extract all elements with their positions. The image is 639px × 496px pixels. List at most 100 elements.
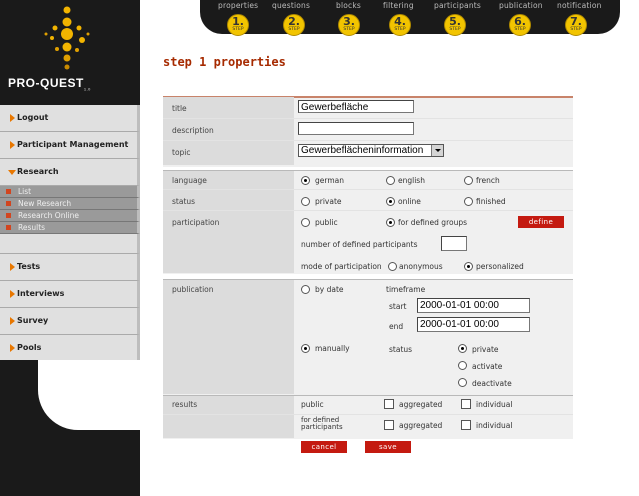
save-button[interactable]: save [365, 441, 411, 453]
arrow-right-icon [10, 141, 15, 149]
step-4-num: 4. [394, 15, 406, 28]
arrow-right-icon [10, 114, 15, 122]
mode-personalized-radio[interactable] [464, 262, 473, 271]
arrow-right-icon [10, 317, 15, 325]
logo-text: PRO-QUEST [8, 76, 84, 90]
mode-label: mode of participation [301, 262, 382, 271]
bullet-icon [6, 201, 11, 206]
step-2-icon[interactable]: 2. STEP [283, 14, 305, 36]
step-7-num: 7. [570, 15, 582, 28]
step-5-num: 5. [449, 15, 461, 28]
public-aggregated-checkbox[interactable] [384, 399, 394, 409]
step-4-step: STEP [394, 27, 406, 32]
step-5-step: STEP [449, 27, 461, 32]
description-field[interactable] [298, 122, 414, 135]
step-7-icon[interactable]: 7. STEP [565, 14, 587, 36]
manually-label: manually [315, 344, 350, 353]
nav-logout[interactable]: Logout [0, 105, 140, 132]
nav-survey[interactable]: Survey [0, 308, 140, 335]
pub-activate-radio[interactable] [458, 361, 467, 370]
step-6-step: STEP [514, 27, 526, 32]
sidebar-header: PRO-QUEST1.0 [0, 0, 140, 105]
sidebar-curve [38, 360, 140, 430]
participation-label: participation [172, 218, 220, 227]
step-bar: properties questions blocks filtering pa… [200, 0, 620, 36]
status-private-label: private [315, 197, 342, 206]
step-2-step: STEP [288, 27, 300, 32]
status-finished-radio[interactable] [464, 197, 473, 206]
logo-dots-icon [44, 6, 90, 70]
language-french-radio[interactable] [464, 176, 473, 185]
nav-research[interactable]: Research [0, 159, 140, 186]
step-label-notification[interactable]: notification [557, 1, 602, 10]
step-label-properties[interactable]: properties [218, 1, 258, 10]
timeframe-label: timeframe [386, 285, 426, 294]
start-date-field[interactable]: 2000-01-01 00:00 [417, 298, 530, 313]
defined-individual-checkbox[interactable] [461, 420, 471, 430]
language-english-label: english [398, 176, 425, 185]
step-4-icon[interactable]: 4. STEP [389, 14, 411, 36]
row-divider [163, 118, 573, 119]
title-field[interactable]: Gewerbefläche [298, 100, 414, 113]
step-1-icon[interactable]: 1. STEP [227, 14, 249, 36]
results-defined-label: for defined participants [301, 416, 343, 431]
nav-tests[interactable]: Tests [0, 254, 140, 281]
step-5-icon[interactable]: 5. STEP [444, 14, 466, 36]
step-1-num: 1. [232, 15, 244, 28]
nav-sub-list-label: List [18, 187, 32, 196]
pub-private-radio[interactable] [458, 344, 467, 353]
by-date-radio[interactable] [301, 285, 310, 294]
bullet-icon [6, 225, 11, 230]
arrow-right-icon [10, 290, 15, 298]
nav-participant-management-label: Participant Management [17, 140, 129, 149]
step-label-blocks[interactable]: blocks [336, 1, 361, 10]
mode-anonymous-label: anonymous [399, 262, 443, 271]
mode-personalized-label: personalized [476, 262, 524, 271]
row-divider [163, 210, 573, 211]
status-private-radio[interactable] [301, 197, 310, 206]
participation-groups-radio[interactable] [386, 218, 395, 227]
nav-pools[interactable]: Pools [0, 335, 140, 362]
public-aggregated-label: aggregated [399, 400, 443, 409]
step-3-icon[interactable]: 3. STEP [338, 14, 360, 36]
page-title: step 1 properties [163, 55, 286, 69]
manually-radio[interactable] [301, 344, 310, 353]
defined-aggregated-checkbox[interactable] [384, 420, 394, 430]
topic-select[interactable]: Gewerbeflächeninformation [298, 144, 444, 157]
step-2-num: 2. [288, 15, 300, 28]
num-defined-label: number of defined participants [301, 240, 418, 249]
nav-sub-list[interactable]: List [0, 186, 140, 198]
nav-survey-label: Survey [17, 316, 49, 325]
define-button[interactable]: define [518, 216, 564, 228]
status-online-radio[interactable] [386, 197, 395, 206]
bullet-icon [6, 189, 11, 194]
status-finished-label: finished [476, 197, 506, 206]
arrow-down-icon [8, 170, 16, 175]
public-individual-checkbox[interactable] [461, 399, 471, 409]
step-3-num: 3. [343, 15, 355, 28]
pub-activate-label: activate [472, 362, 503, 371]
arrow-right-icon [10, 344, 15, 352]
language-label: language [172, 176, 207, 185]
language-german-radio[interactable] [301, 176, 310, 185]
nav-interviews[interactable]: Interviews [0, 281, 140, 308]
step-6-icon[interactable]: 6. STEP [509, 14, 531, 36]
step-label-publication[interactable]: publication [499, 1, 543, 10]
pub-deactivate-label: deactivate [472, 379, 512, 388]
nav-tests-label: Tests [17, 262, 41, 271]
nav-sub-results[interactable]: Results [0, 222, 140, 234]
step-label-questions[interactable]: questions [272, 1, 310, 10]
participation-public-radio[interactable] [301, 218, 310, 227]
cancel-button[interactable]: cancel [301, 441, 347, 453]
pub-deactivate-radio[interactable] [458, 378, 467, 387]
mode-anonymous-radio[interactable] [388, 262, 397, 271]
nav-sub-new-research[interactable]: New Research [0, 198, 140, 210]
num-defined-field[interactable] [441, 236, 467, 251]
step-label-filtering[interactable]: filtering [383, 1, 414, 10]
pub-status-label: status [389, 345, 413, 354]
language-english-radio[interactable] [386, 176, 395, 185]
end-date-field[interactable]: 2000-01-01 00:00 [417, 317, 530, 332]
nav-sub-research-online[interactable]: Research Online [0, 210, 140, 222]
step-label-participants[interactable]: participants [434, 1, 481, 10]
nav-participant-management[interactable]: Participant Management [0, 132, 140, 159]
